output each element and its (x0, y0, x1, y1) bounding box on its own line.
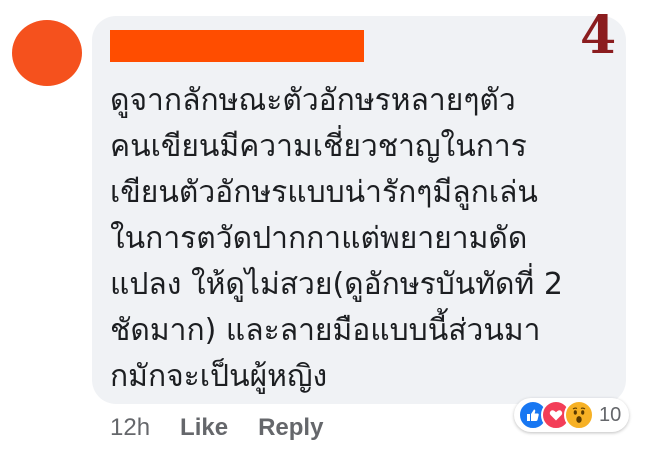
like-button[interactable]: Like (180, 414, 228, 442)
comment-line: ดูจากลักษณะตัวอักษรหลายๆตัว (110, 83, 516, 118)
comment-line: เขียนตัวอักษรแบบน่ารักๆมีลูกเล่น (110, 175, 538, 210)
reactions-summary[interactable]: 10 (514, 398, 630, 432)
comment-line: ชัดมาก) และลายมือแบบนี้ส่วนมา (110, 313, 541, 348)
comment-actions: 12h Like Reply (110, 408, 323, 448)
comment-line: คนเขียนมีความเชี่ยวชาญในการ (110, 129, 527, 164)
wow-icon (564, 400, 594, 430)
comment-text: ดูจากลักษณะตัวอักษรหลายๆตัว คนเขียนมีควา… (110, 78, 620, 400)
comment-line: แปลง ให้ดูไม่สวย(ดูอักษรบันทัดที่ 2 (110, 267, 563, 302)
comment-screenshot: 4 ดูจากลักษณะตัวอักษรหลายๆตัว คนเขียนมีค… (0, 0, 650, 455)
reaction-count: 10 (599, 403, 622, 426)
number-badge: 4 (580, 5, 617, 66)
redacted-author-name[interactable] (110, 30, 364, 62)
reply-button[interactable]: Reply (258, 414, 323, 442)
timestamp[interactable]: 12h (110, 414, 150, 442)
comment-bubble: 4 ดูจากลักษณะตัวอักษรหลายๆตัว คนเขียนมีค… (92, 10, 626, 404)
avatar[interactable] (12, 20, 82, 86)
comment-line: ในการตวัดปากกาแต่พยายามดัด (110, 221, 528, 256)
comment-line: กมักจะเป็นผู้หญิง (110, 359, 328, 394)
